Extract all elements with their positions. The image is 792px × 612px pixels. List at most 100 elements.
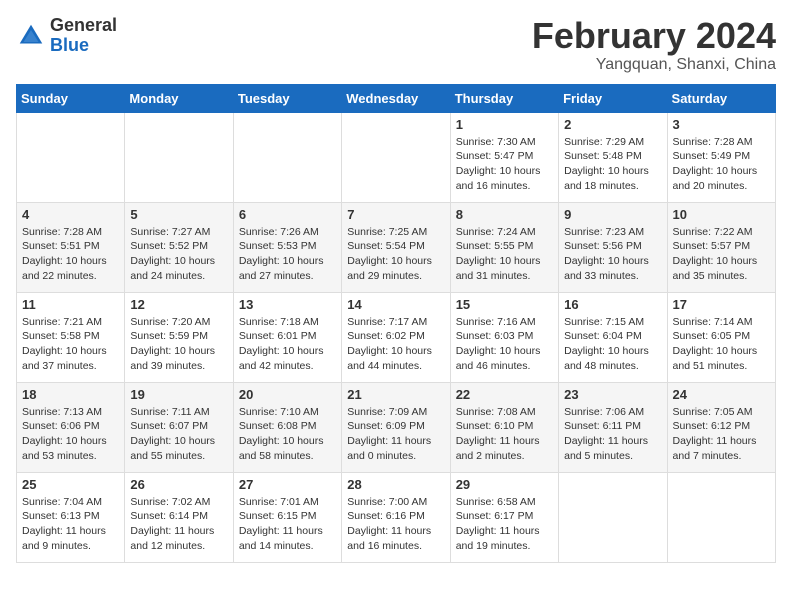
day-number: 29 xyxy=(456,477,553,492)
day-info: Sunrise: 7:01 AMSunset: 6:15 PMDaylight:… xyxy=(239,495,336,554)
logo-blue: Blue xyxy=(50,35,89,55)
day-cell: 10Sunrise: 7:22 AMSunset: 5:57 PMDayligh… xyxy=(667,202,775,292)
day-info: Sunrise: 7:00 AMSunset: 6:16 PMDaylight:… xyxy=(347,495,444,554)
day-cell: 22 Sunrise: 7:08 AMSunset: 6:10 PMDayligh… xyxy=(450,382,558,472)
day-cell: 16 Sunrise: 7:15 AMSunset: 6:04 PMDayligh… xyxy=(559,292,667,382)
logo-icon xyxy=(16,21,46,51)
day-cell: 5 Sunrise: 7:27 AMSunset: 5:52 PMDaylight… xyxy=(125,202,233,292)
day-number: 28 xyxy=(347,477,444,492)
day-info: Sunrise: 7:02 AMSunset: 6:14 PMDaylight:… xyxy=(130,495,227,554)
day-info: Sunrise: 7:24 AMSunset: 5:55 PMDaylight:… xyxy=(456,225,553,284)
week-row-4: 18 Sunrise: 7:13 AMSunset: 6:06 PMDayligh… xyxy=(17,382,776,472)
day-cell: 15 Sunrise: 7:16 AMSunset: 6:03 PMDayligh… xyxy=(450,292,558,382)
day-number: 17 xyxy=(673,297,770,312)
day-number: 14 xyxy=(347,297,444,312)
day-number: 11 xyxy=(22,297,119,312)
day-cell: 4Sunrise: 7:28 AMSunset: 5:51 PMDaylight… xyxy=(17,202,125,292)
day-info: Sunrise: 7:18 AMSunset: 6:01 PMDaylight:… xyxy=(239,315,336,374)
location: Yangquan, Shanxi, China xyxy=(532,56,776,74)
day-cell: 12Sunrise: 7:20 AMSunset: 5:59 PMDayligh… xyxy=(125,292,233,382)
day-info: Sunrise: 7:16 AMSunset: 6:03 PMDaylight:… xyxy=(456,315,553,374)
day-cell: 20 Sunrise: 7:10 AMSunset: 6:08 PMDayligh… xyxy=(233,382,341,472)
day-info: Sunrise: 7:15 AMSunset: 6:04 PMDaylight:… xyxy=(564,315,661,374)
header-cell-thursday: Thursday xyxy=(450,84,558,112)
day-cell xyxy=(559,472,667,562)
day-info: Sunrise: 7:11 AMSunset: 6:07 PMDaylight:… xyxy=(130,405,227,464)
day-info: Sunrise: 7:28 AMSunset: 5:49 PMDaylight:… xyxy=(673,135,770,194)
day-number: 27 xyxy=(239,477,336,492)
day-cell: 26 Sunrise: 7:02 AMSunset: 6:14 PMDayligh… xyxy=(125,472,233,562)
week-row-5: 25 Sunrise: 7:04 AMSunset: 6:13 PMDayligh… xyxy=(17,472,776,562)
day-cell: 18 Sunrise: 7:13 AMSunset: 6:06 PMDayligh… xyxy=(17,382,125,472)
day-number: 20 xyxy=(239,387,336,402)
calendar-body: 1Sunrise: 7:30 AMSunset: 5:47 PMDaylight… xyxy=(17,112,776,562)
day-number: 16 xyxy=(564,297,661,312)
day-info: Sunrise: 7:23 AMSunset: 5:56 PMDaylight:… xyxy=(564,225,661,284)
day-info: Sunrise: 7:05 AMSunset: 6:12 PMDaylight:… xyxy=(673,405,770,464)
day-number: 24 xyxy=(673,387,770,402)
header-cell-sunday: Sunday xyxy=(17,84,125,112)
day-cell: 13 Sunrise: 7:18 AMSunset: 6:01 PMDayligh… xyxy=(233,292,341,382)
day-cell: 11 Sunrise: 7:21 AMSunset: 5:58 PMDayligh… xyxy=(17,292,125,382)
header-row: SundayMondayTuesdayWednesdayThursdayFrid… xyxy=(17,84,776,112)
day-cell: 29Sunrise: 6:58 AMSunset: 6:17 PMDayligh… xyxy=(450,472,558,562)
day-number: 26 xyxy=(130,477,227,492)
day-cell xyxy=(342,112,450,202)
day-cell xyxy=(233,112,341,202)
day-info: Sunrise: 7:26 AMSunset: 5:53 PMDaylight:… xyxy=(239,225,336,284)
day-number: 22 xyxy=(456,387,553,402)
page-header: General Blue February 2024 Yangquan, Sha… xyxy=(16,16,776,74)
day-cell: 19 Sunrise: 7:11 AMSunset: 6:07 PMDayligh… xyxy=(125,382,233,472)
logo-text: General Blue xyxy=(50,16,117,56)
day-number: 15 xyxy=(456,297,553,312)
day-number: 6 xyxy=(239,207,336,222)
month-title: February 2024 xyxy=(532,16,776,56)
day-number: 4 xyxy=(22,207,119,222)
day-number: 1 xyxy=(456,117,553,132)
day-info: Sunrise: 7:08 AMSunset: 6:10 PMDaylight:… xyxy=(456,405,553,464)
day-number: 13 xyxy=(239,297,336,312)
header-cell-saturday: Saturday xyxy=(667,84,775,112)
day-info: Sunrise: 7:14 AMSunset: 6:05 PMDaylight:… xyxy=(673,315,770,374)
day-cell: 28 Sunrise: 7:00 AMSunset: 6:16 PMDayligh… xyxy=(342,472,450,562)
title-block: February 2024 Yangquan, Shanxi, China xyxy=(532,16,776,74)
header-cell-friday: Friday xyxy=(559,84,667,112)
day-number: 3 xyxy=(673,117,770,132)
week-row-3: 11 Sunrise: 7:21 AMSunset: 5:58 PMDayligh… xyxy=(17,292,776,382)
day-number: 12 xyxy=(130,297,227,312)
day-number: 5 xyxy=(130,207,227,222)
day-cell: 1Sunrise: 7:30 AMSunset: 5:47 PMDaylight… xyxy=(450,112,558,202)
day-number: 10 xyxy=(673,207,770,222)
day-cell: 17 Sunrise: 7:14 AMSunset: 6:05 PMDayligh… xyxy=(667,292,775,382)
day-info: Sunrise: 7:21 AMSunset: 5:58 PMDaylight:… xyxy=(22,315,119,374)
calendar-header: SundayMondayTuesdayWednesdayThursdayFrid… xyxy=(17,84,776,112)
day-info: Sunrise: 7:10 AMSunset: 6:08 PMDaylight:… xyxy=(239,405,336,464)
day-cell: 23 Sunrise: 7:06 AMSunset: 6:11 PMDayligh… xyxy=(559,382,667,472)
day-info: Sunrise: 7:06 AMSunset: 6:11 PMDaylight:… xyxy=(564,405,661,464)
day-number: 21 xyxy=(347,387,444,402)
week-row-1: 1Sunrise: 7:30 AMSunset: 5:47 PMDaylight… xyxy=(17,112,776,202)
day-number: 19 xyxy=(130,387,227,402)
day-info: Sunrise: 7:04 AMSunset: 6:13 PMDaylight:… xyxy=(22,495,119,554)
day-info: Sunrise: 7:27 AMSunset: 5:52 PMDaylight:… xyxy=(130,225,227,284)
day-cell: 3 Sunrise: 7:28 AMSunset: 5:49 PMDaylight… xyxy=(667,112,775,202)
day-info: Sunrise: 7:17 AMSunset: 6:02 PMDaylight:… xyxy=(347,315,444,374)
day-number: 25 xyxy=(22,477,119,492)
day-number: 8 xyxy=(456,207,553,222)
day-cell: 24 Sunrise: 7:05 AMSunset: 6:12 PMDayligh… xyxy=(667,382,775,472)
day-cell: 9Sunrise: 7:23 AMSunset: 5:56 PMDaylight… xyxy=(559,202,667,292)
day-info: Sunrise: 7:09 AMSunset: 6:09 PMDaylight:… xyxy=(347,405,444,464)
day-info: Sunrise: 7:29 AMSunset: 5:48 PMDaylight:… xyxy=(564,135,661,194)
day-number: 23 xyxy=(564,387,661,402)
calendar-table: SundayMondayTuesdayWednesdayThursdayFrid… xyxy=(16,84,776,563)
week-row-2: 4Sunrise: 7:28 AMSunset: 5:51 PMDaylight… xyxy=(17,202,776,292)
header-cell-tuesday: Tuesday xyxy=(233,84,341,112)
day-cell: 14 Sunrise: 7:17 AMSunset: 6:02 PMDayligh… xyxy=(342,292,450,382)
day-cell: 6 Sunrise: 7:26 AMSunset: 5:53 PMDaylight… xyxy=(233,202,341,292)
day-number: 18 xyxy=(22,387,119,402)
day-number: 2 xyxy=(564,117,661,132)
day-cell: 27 Sunrise: 7:01 AMSunset: 6:15 PMDayligh… xyxy=(233,472,341,562)
day-cell: 8 Sunrise: 7:24 AMSunset: 5:55 PMDaylight… xyxy=(450,202,558,292)
day-info: Sunrise: 7:13 AMSunset: 6:06 PMDaylight:… xyxy=(22,405,119,464)
day-cell: 7Sunrise: 7:25 AMSunset: 5:54 PMDaylight… xyxy=(342,202,450,292)
